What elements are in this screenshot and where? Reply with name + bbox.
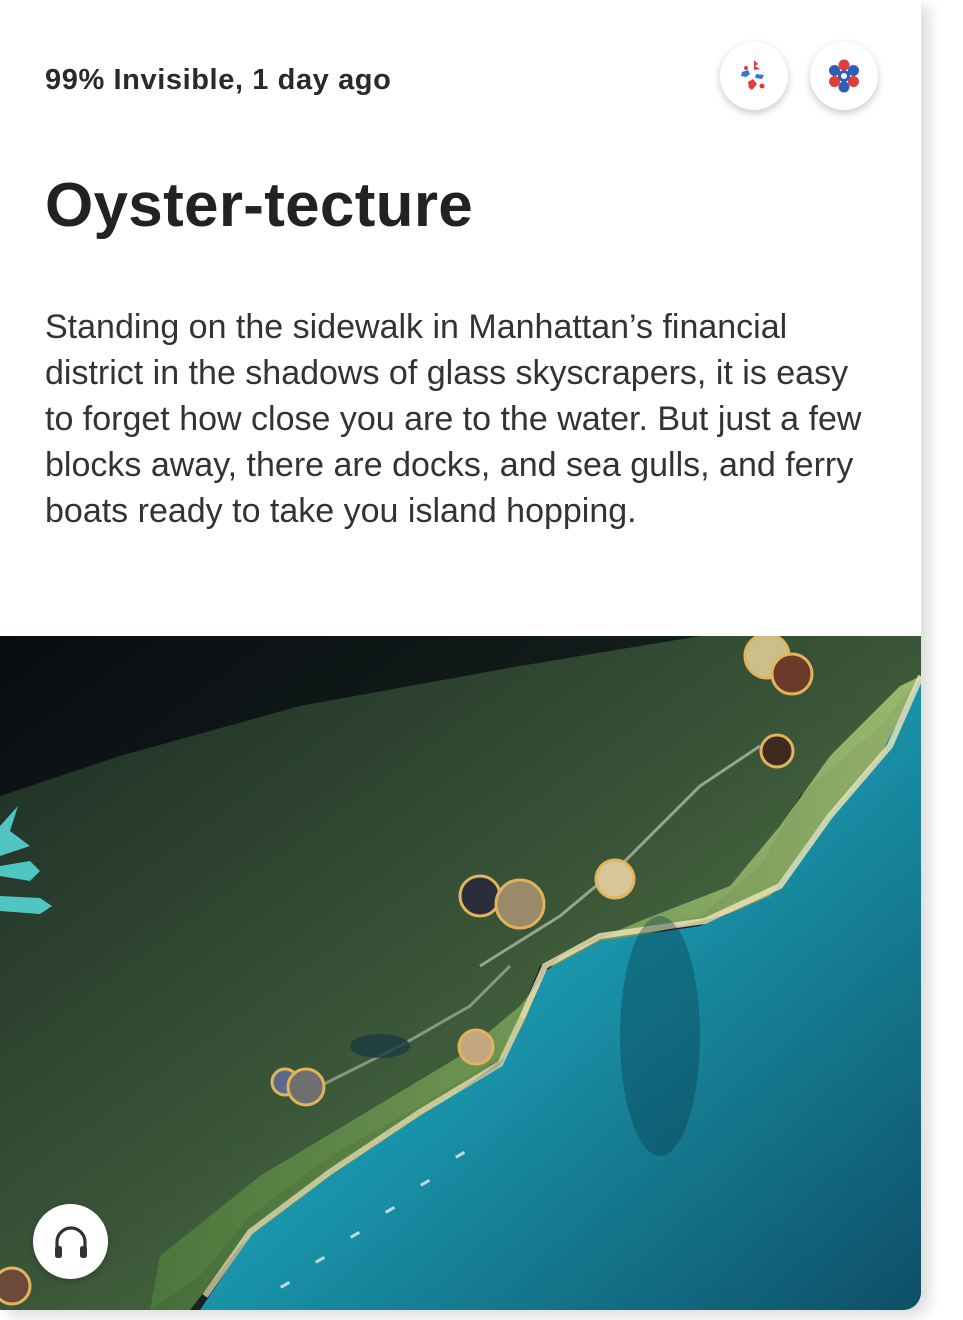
avatar[interactable] — [810, 42, 878, 110]
listen-button[interactable] — [33, 1204, 108, 1279]
episode-title: Oyster-tecture — [45, 171, 474, 240]
listener-avatars — [720, 42, 878, 110]
headphones-icon — [54, 1225, 87, 1258]
episode-summary: Standing on the sidewalk in Manhattan’s … — [45, 308, 862, 530]
red-blue-figures-icon — [741, 60, 765, 90]
coastal-map-illustration — [0, 636, 921, 1310]
red-blue-flower-icon — [829, 59, 859, 93]
episode-hero-image — [0, 636, 921, 1310]
episode-meta: 99% Invisible, 1 day ago — [45, 64, 392, 96]
episode-card[interactable]: 99% Invisible, 1 day ago Oyster-tecture … — [0, 0, 921, 1310]
avatar[interactable] — [720, 42, 788, 110]
